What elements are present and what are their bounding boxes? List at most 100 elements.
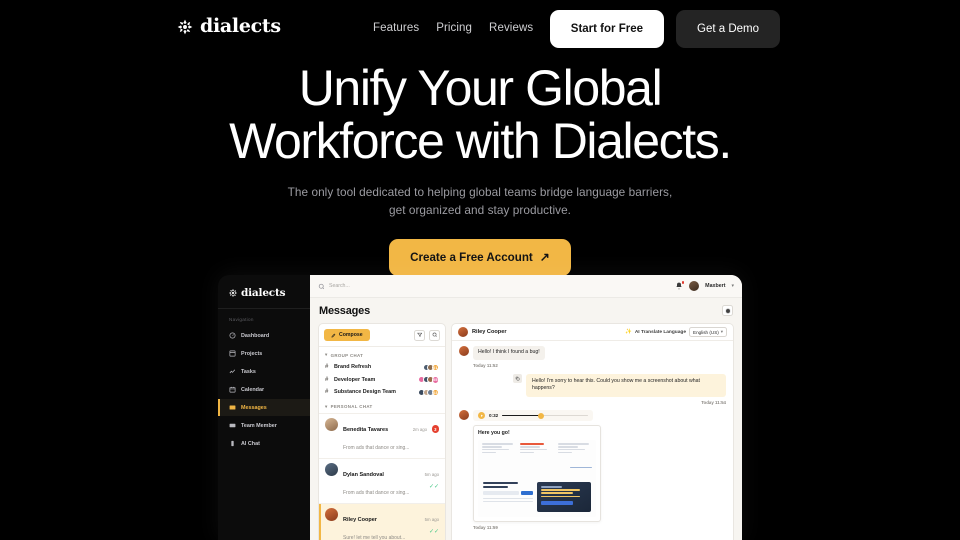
sidebar-item-label: Tasks xyxy=(241,368,256,375)
screenshot-link-row xyxy=(478,457,596,478)
message-bubble: Hello! I'm sorry to hear this. Could you… xyxy=(526,373,726,398)
arrow-up-right-icon: ↗ xyxy=(539,250,550,265)
nav-link-features[interactable]: Features xyxy=(373,22,419,34)
placeholder-bar xyxy=(520,443,544,445)
placeholder-bar xyxy=(558,452,572,454)
brand-logo[interactable]: dialects xyxy=(176,17,281,36)
ai-chat-icon xyxy=(229,440,236,447)
sidebar-item-messages[interactable]: Messages xyxy=(218,399,310,416)
chevron-down-icon[interactable]: ▾ xyxy=(731,283,734,289)
create-free-account-button[interactable]: Create a Free Account ↗ xyxy=(389,238,571,276)
screenshot-card xyxy=(520,443,554,455)
attachment-label: Here you go! xyxy=(478,430,510,437)
list-item[interactable]: # Brand Refresh 01 xyxy=(319,361,445,374)
placeholder-bar xyxy=(483,486,509,489)
hero-sub-line1: The only tool dedicated to helping globa… xyxy=(287,185,673,199)
sidebar-item-dashboard[interactable]: Dashboard xyxy=(218,327,310,344)
chat-preview: Dylan Sandoval From ads that dance or si… xyxy=(343,463,420,499)
chat-preview: Riley Cooper Sure! let me tell you about… xyxy=(343,508,420,540)
filter-icon[interactable] xyxy=(414,329,425,341)
messages-title: Messages xyxy=(319,304,370,317)
hero-section: Unify Your Global Workforce with Dialect… xyxy=(0,62,960,276)
chevron-down-icon: ▾ xyxy=(325,352,328,357)
language-select[interactable]: English (US) ▾ xyxy=(689,327,727,337)
placeholder-bar xyxy=(483,501,534,503)
sidebar-item-team-member[interactable]: Team Member xyxy=(218,417,310,434)
sidebar-item-label: Messages xyxy=(241,404,267,411)
sidebar-item-tasks[interactable]: Tasks xyxy=(218,363,310,380)
sidebar-item-ai-chat[interactable]: AI Chat xyxy=(218,435,310,452)
hero-title-line2: Workforce with Dialects. xyxy=(229,113,732,169)
sidebar-item-label: Team Member xyxy=(241,422,277,429)
audio-scrubber[interactable] xyxy=(502,412,588,419)
app-preview-window: dialects Navigation Dashboard Projects T… xyxy=(218,275,742,540)
avatar xyxy=(325,462,338,476)
hero-subtitle: The only tool dedicated to helping globa… xyxy=(0,183,960,220)
group-count-badge: 05 xyxy=(431,376,439,384)
list-item[interactable]: # Substance Design Team 03 xyxy=(319,386,445,399)
compose-button[interactable]: Compose xyxy=(324,329,370,341)
avatar xyxy=(325,417,338,431)
attachment-screenshot xyxy=(478,440,596,518)
placeholder-bar xyxy=(541,486,562,488)
chat-meta: 2m ago 3 xyxy=(413,418,439,436)
list-item[interactable]: # Developer Team 05 xyxy=(319,374,445,387)
sidebar-item-projects[interactable]: Projects xyxy=(218,345,310,362)
gear-icon[interactable] xyxy=(722,305,733,316)
hero-title-line1: Unify Your Global xyxy=(298,60,663,116)
messages-icon xyxy=(229,404,236,411)
avatar[interactable] xyxy=(689,281,700,291)
placeholder-bar xyxy=(483,497,534,499)
avatar xyxy=(459,410,469,421)
sidebar-section-label: Navigation xyxy=(229,317,254,322)
chevron-down-icon: ▾ xyxy=(720,329,723,334)
placeholder-bar xyxy=(482,452,496,454)
status-badge: 3 xyxy=(431,425,439,433)
top-navbar: dialects Features Pricing Reviews Login … xyxy=(0,0,960,56)
chat-meta: 5m ago ✓✓ xyxy=(425,463,439,490)
placeholder-bar xyxy=(520,452,534,454)
message-bubble: Hello! I think I found a bug! xyxy=(473,346,545,360)
start-for-free-button[interactable]: Start for Free xyxy=(549,10,664,48)
language-value: English (US) xyxy=(693,329,719,335)
avatar-stack: 05 xyxy=(418,376,439,384)
nav-link-pricing[interactable]: Pricing xyxy=(436,22,472,34)
nav-link-reviews[interactable]: Reviews xyxy=(489,22,533,34)
timestamp: 5m ago xyxy=(424,516,439,522)
personal-chat-section-header[interactable]: ▾ PERSONAL CHAT xyxy=(319,399,445,413)
topbar-actions: Maxbert ▾ xyxy=(675,281,734,291)
placeholder-bar xyxy=(482,446,503,448)
group-chat-section-header[interactable]: ▾ GROUP CHAT xyxy=(319,347,445,361)
play-icon[interactable] xyxy=(478,412,485,420)
nav-actions: Start for Free Get a Demo xyxy=(549,10,780,48)
notification-dot xyxy=(681,281,685,284)
tasks-icon xyxy=(229,368,236,375)
translate-label: AI Translate Language xyxy=(634,329,686,335)
search-icon[interactable] xyxy=(429,329,440,341)
audio-player[interactable]: 0:32 xyxy=(473,410,593,422)
placeholder-bar xyxy=(558,443,589,445)
screenshot-card xyxy=(558,443,592,455)
bell-icon[interactable] xyxy=(675,281,685,290)
audio-knob[interactable] xyxy=(538,412,545,419)
team-icon xyxy=(229,422,236,429)
timestamp: 2m ago xyxy=(412,426,428,432)
app-topbar: Search... Maxbert ▾ xyxy=(310,275,742,298)
list-item[interactable]: Benedita Tavares From ads that dance or … xyxy=(319,412,445,458)
copy-icon[interactable] xyxy=(513,373,522,383)
page-header: Messages xyxy=(310,298,742,323)
pencil-icon xyxy=(331,333,336,338)
list-item[interactable]: Riley Cooper Sure! let me tell you about… xyxy=(319,502,445,540)
group-name: Developer Team xyxy=(334,376,376,383)
brand-name: dialects xyxy=(200,15,281,37)
message-attachment[interactable]: Here you go! xyxy=(473,425,601,523)
sidebar-brand[interactable]: dialects xyxy=(218,285,310,299)
user-name: Maxbert xyxy=(705,283,726,289)
sidebar-item-calendar[interactable]: Calendar xyxy=(218,381,310,398)
timestamp: Today 11:54 xyxy=(701,400,726,406)
get-a-demo-button[interactable]: Get a Demo xyxy=(676,10,780,48)
list-item[interactable]: Dylan Sandoval From ads that dance or si… xyxy=(319,457,445,503)
group-chat-label: GROUP CHAT xyxy=(330,352,364,358)
search-input[interactable]: Search... xyxy=(318,283,675,290)
sidebar-brand-name: dialects xyxy=(241,287,286,299)
